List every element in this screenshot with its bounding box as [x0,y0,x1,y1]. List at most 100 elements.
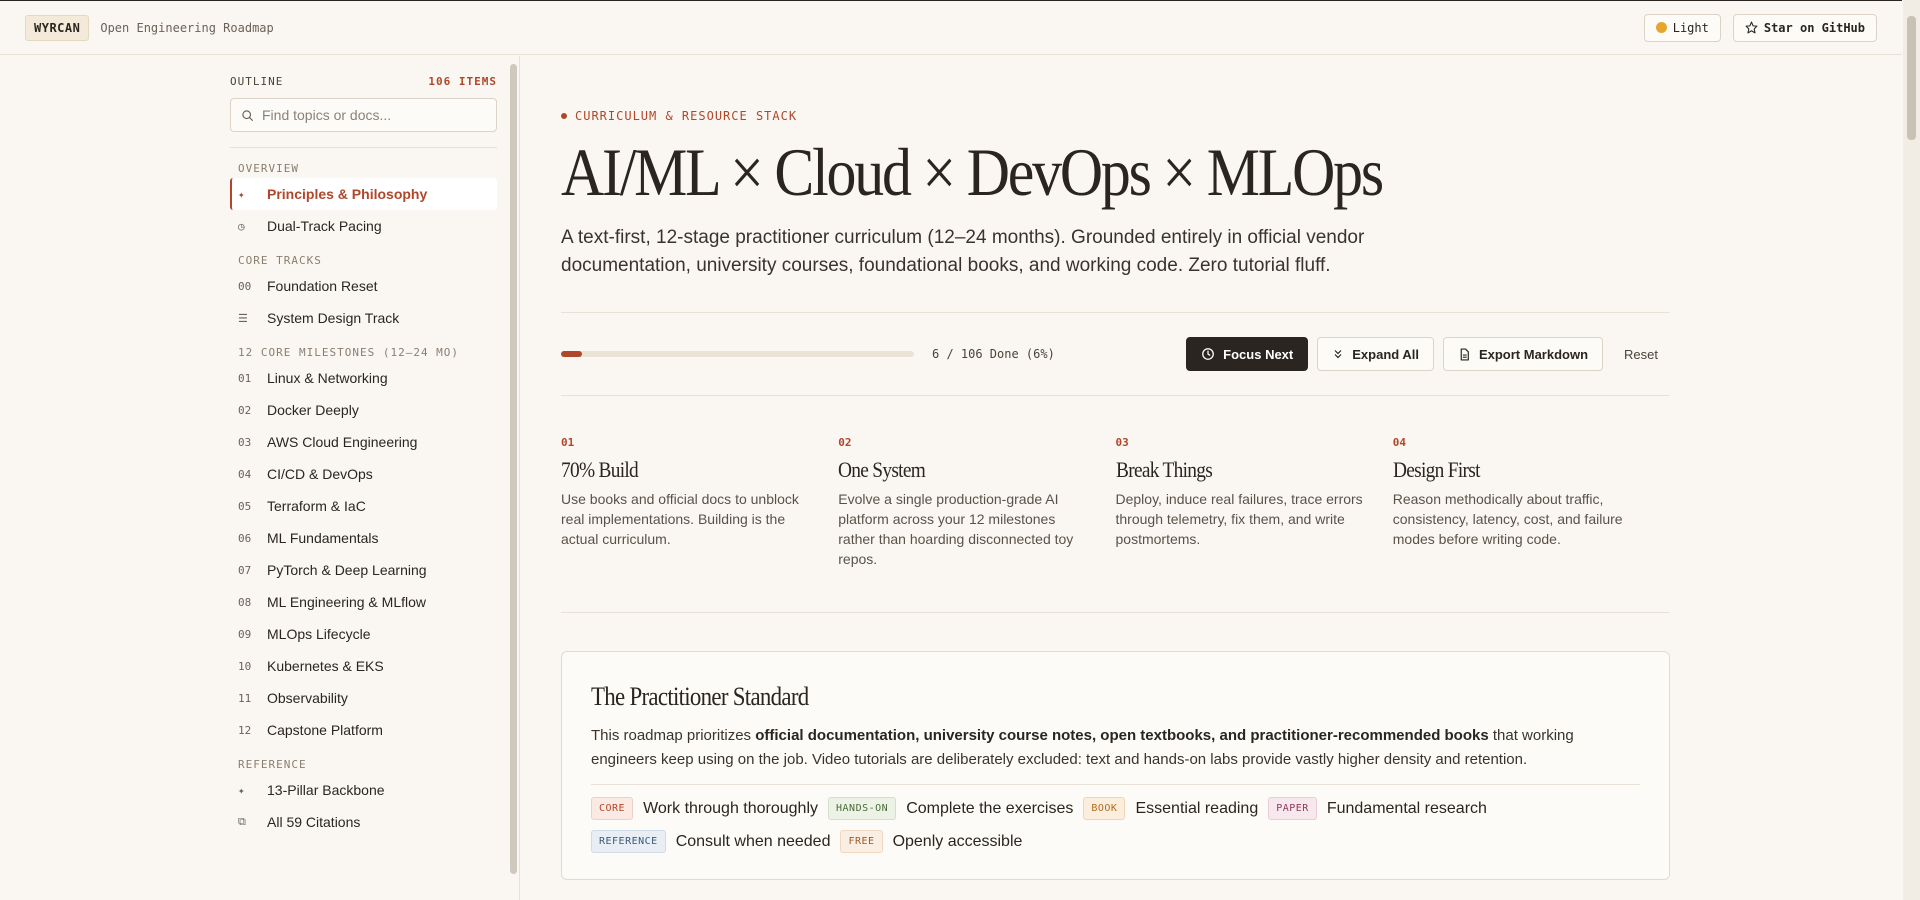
sidebar-section-label: REFERENCE [238,758,307,771]
reset-button[interactable]: Reset [1612,337,1670,371]
sidebar-item-icon: 09 [238,627,252,641]
github-star-button[interactable]: Star on GitHub [1732,13,1877,42]
expand-all-button[interactable]: Expand All [1317,337,1434,372]
page-scrollbar[interactable] [1903,0,1920,900]
sidebar-section-label: 12 CORE MILESTONES (12–24 MO) [238,346,460,359]
page-subtitle: A text-first, 12-stage practitioner curr… [561,227,1365,277]
sidebar-item-principles-philosophy[interactable]: ✦ Principles & Philosophy [230,178,497,210]
export-markdown-label: Export Markdown [1478,346,1589,362]
sidebar-item-mlops-lifecycle[interactable]: 09 MLOps Lifecycle [230,618,497,650]
sidebar-item-docker-deeply[interactable]: 02 Docker Deeply [230,394,497,426]
search-box[interactable] [230,98,497,132]
export-markdown-button[interactable]: Export Markdown [1442,337,1604,372]
sun-icon [1655,22,1667,33]
legend-text: Work through thoroughly [643,799,819,817]
legend-item: HANDS-ON Complete the exercises [828,797,1074,821]
sidebar-item-kubernetes-eks[interactable]: 10 Kubernetes & EKS [230,650,497,682]
sidebar-item-icon: ⧉ [238,815,246,828]
sidebar-item-icon: ✦ [238,187,245,201]
sidebar-item-label: Observability [267,690,348,706]
sidebar-item-label: Capstone Platform [267,722,383,738]
tag-badge: FREE [840,830,883,854]
eyebrow-dot [561,113,567,119]
eyebrow-label: CURRICULUM & RESOURCE STACK [575,109,798,123]
principle-number: 02 [838,436,852,450]
sidebar-item-aws-cloud-engineering[interactable]: 03 AWS Cloud Engineering [230,426,497,458]
sidebar-item-ml-engineering-mlflow[interactable]: 08 ML Engineering & MLflow [230,586,497,618]
sidebar-divider [230,147,497,148]
sidebar-item-dual-track-pacing[interactable]: ◷ Dual-Track Pacing [230,210,497,242]
sidebar-item-label: Dual-Track Pacing [267,218,382,234]
principle-number: 01 [561,436,575,450]
sidebar-item-label: Terraform & IaC [267,498,366,514]
sidebar-item-linux-networking[interactable]: 01 Linux & Networking [230,362,497,394]
main-content: CURRICULUM & RESOURCE STACK AI/ML × Clou… [561,56,1670,881]
principle-description: Deploy, induce real failures, trace erro… [1115,491,1363,548]
page-scrollbar-thumb[interactable] [1907,16,1916,140]
legend-text: Complete the exercises [906,799,1074,817]
sidebar-item-foundation-reset[interactable]: 00 Foundation Reset [230,270,497,302]
clock-icon [1202,348,1215,361]
sidebar-item-icon: 11 [238,691,252,705]
legend-text: Consult when needed [675,832,831,850]
sidebar-item-label: Kubernetes & EKS [267,658,384,674]
tag-badge: HANDS-ON [828,797,897,821]
divider [561,612,1670,614]
sidebar-item-ci-cd-devops[interactable]: 04 CI/CD & DevOps [230,458,497,490]
principle-description: Evolve a single production-grade AI plat… [838,491,1074,568]
sidebar: OUTLINE 106 ITEMS OVERVIEW ✦ Principles & … [0,56,520,900]
search-input[interactable] [262,107,482,123]
sidebar-item-label: ML Fundamentals [267,530,379,546]
document-icon [1460,348,1469,361]
progress-text: 6 / 106 Done (6%) [932,347,1055,362]
principle-card: 03 Break Things Deploy, induce real failur… [1116,436,1393,612]
practitioner-standard-card: The Practitioner Standard This roadmap p… [561,651,1670,881]
sidebar-item-13-pillar-backbone[interactable]: ✦ 13-Pillar Backbone [230,774,497,806]
principles-row: 01 70% Build Use books and official docs t… [561,396,1670,612]
sidebar-item-pytorch-deep-learning[interactable]: 07 PyTorch & Deep Learning [230,554,497,586]
sidebar-item-icon: 05 [238,499,252,513]
sidebar-item-terraform-iac[interactable]: 05 Terraform & IaC [230,490,497,522]
sidebar-item-icon: 08 [238,595,252,609]
sidebar-section-label: CORE TRACKS [238,254,322,267]
sidebar-item-label: 13-Pillar Backbone [267,782,385,798]
principle-description: Use books and official docs to unblock r… [561,491,799,548]
progress-bar [561,351,914,358]
sidebar-item-system-design-track[interactable]: ☰ System Design Track [230,302,497,334]
chevrons-down-icon [1334,350,1342,359]
logo[interactable]: WYRCAN [25,14,90,41]
theme-toggle-button[interactable]: Light [1643,13,1721,42]
sidebar-item-icon: 12 [238,723,252,737]
sidebar-item-label: CI/CD & DevOps [267,466,373,482]
card-text-before: This roadmap prioritizes [591,727,756,745]
sidebar-item-observability[interactable]: 11 Observability [230,682,497,714]
sidebar-item-label: All 59 Citations [267,814,361,830]
sidebar-scrollbar[interactable] [510,64,517,874]
legend-text: Openly accessible [892,832,1023,850]
legend-text: Essential reading [1135,799,1259,817]
legend-item: BOOK Essential reading [1083,797,1259,821]
focus-next-button[interactable]: Focus Next [1186,337,1309,372]
tag-badge: REFERENCE [591,830,666,854]
theme-label: Light [1672,20,1709,35]
sidebar-item-ml-fundamentals[interactable]: 06 ML Fundamentals [230,522,497,554]
progress-actions: Focus Next Expand All Export Markdown Re… [1186,337,1670,372]
sidebar-item-icon: ✦ [238,783,245,797]
sidebar-item-capstone-platform[interactable]: 12 Capstone Platform [230,714,497,746]
principle-card: 01 70% Build Use books and official docs t… [561,436,838,612]
sidebar-item-icon: 07 [238,563,252,577]
legend-item: REFERENCE Consult when needed [591,830,831,854]
sidebar-item-icon: 00 [238,279,252,293]
sidebar-item-icon: 01 [238,371,252,385]
sidebar-item-label: MLOps Lifecycle [267,626,371,642]
progress-fill [561,351,583,358]
sidebar-item-icon: 10 [238,659,252,673]
top-actions: Light Star on GitHub [1643,13,1877,42]
sidebar-item-icon: 06 [238,531,252,545]
sidebar-item-all-59-citations[interactable]: ⧉ All 59 Citations [230,806,497,838]
sidebar-nav: OVERVIEW ✦ Principles & Philosophy ◷ Dual-Tr… [230,162,497,838]
principle-title: Design First [1392,457,1480,483]
eyebrow: CURRICULUM & RESOURCE STACK [561,109,1670,123]
principle-number: 03 [1115,436,1129,450]
sidebar-item-label: System Design Track [267,310,400,326]
